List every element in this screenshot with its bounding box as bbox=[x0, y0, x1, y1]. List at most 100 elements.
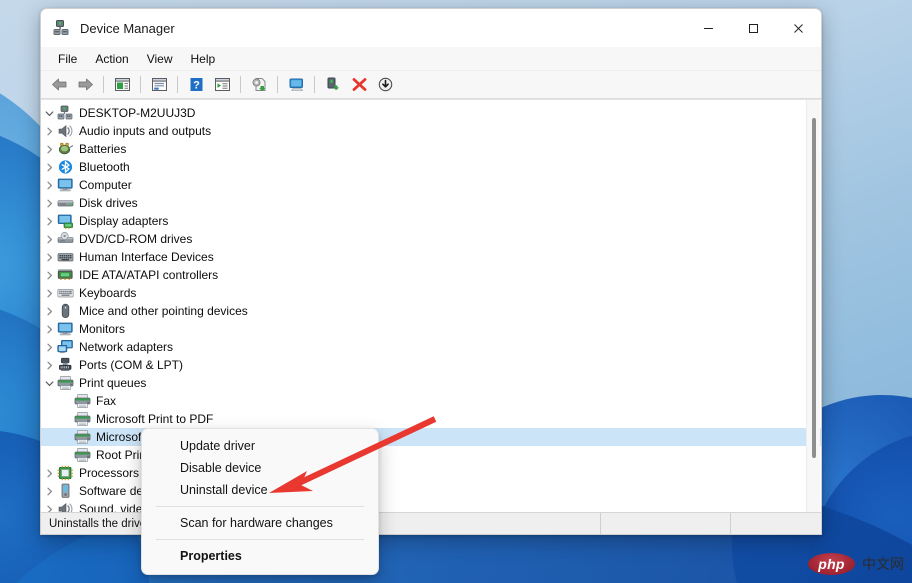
tree-row[interactable]: Disk drives bbox=[41, 194, 821, 212]
chevron-toggle-icon[interactable] bbox=[41, 505, 57, 513]
chevron-toggle-icon[interactable] bbox=[41, 109, 57, 118]
tree-row-label: Disk drives bbox=[79, 195, 138, 211]
network-adapter-icon bbox=[57, 339, 74, 355]
chevron-toggle-icon[interactable] bbox=[41, 145, 57, 154]
scan-hardware-changes-icon[interactable] bbox=[284, 73, 308, 97]
tree-row[interactable]: Network adapters bbox=[41, 338, 821, 356]
chevron-toggle-icon[interactable] bbox=[41, 307, 57, 316]
chevron-toggle-icon[interactable] bbox=[41, 289, 57, 298]
battery-icon bbox=[57, 141, 74, 157]
printer-icon bbox=[57, 375, 74, 391]
context-menu-separator bbox=[156, 539, 364, 540]
toolbar-separator bbox=[140, 76, 141, 93]
tree-row[interactable]: Audio inputs and outputs bbox=[41, 122, 821, 140]
tree-row-label: DESKTOP-M2UUJ3D bbox=[79, 105, 195, 121]
chevron-toggle-icon[interactable] bbox=[41, 163, 57, 172]
status-cell-2 bbox=[601, 513, 731, 534]
vertical-scrollbar[interactable] bbox=[806, 100, 820, 512]
speaker-icon bbox=[57, 123, 74, 139]
tree-row[interactable]: Mice and other pointing devices bbox=[41, 302, 821, 320]
printer-icon bbox=[74, 411, 91, 427]
tree-row[interactable]: Batteries bbox=[41, 140, 821, 158]
chevron-toggle-icon[interactable] bbox=[41, 235, 57, 244]
tree-row[interactable]: Monitors bbox=[41, 320, 821, 338]
tree-row-label: Display adapters bbox=[79, 213, 168, 229]
watermark: php 中文网 bbox=[808, 553, 904, 575]
window-title: Device Manager bbox=[80, 21, 175, 36]
tree-row[interactable]: Display adapters bbox=[41, 212, 821, 230]
toolbar-separator bbox=[103, 76, 104, 93]
chevron-toggle-icon[interactable] bbox=[41, 469, 57, 478]
menubar-item-file[interactable]: File bbox=[49, 50, 86, 68]
chevron-toggle-icon[interactable] bbox=[41, 199, 57, 208]
context-menu-properties[interactable]: Properties bbox=[142, 545, 378, 567]
chevron-toggle-icon[interactable] bbox=[41, 325, 57, 334]
mouse-icon bbox=[57, 303, 74, 319]
tree-row[interactable]: Human Interface Devices bbox=[41, 248, 821, 266]
chevron-toggle-icon[interactable] bbox=[41, 253, 57, 262]
tree-row-label: Print queues bbox=[79, 375, 146, 391]
tree-row-label: Processors bbox=[79, 465, 139, 481]
update-driver-icon[interactable] bbox=[247, 73, 271, 97]
tree-row-label: Audio inputs and outputs bbox=[79, 123, 211, 139]
toolbar-separator bbox=[314, 76, 315, 93]
chevron-toggle-icon[interactable] bbox=[41, 181, 57, 190]
hid-icon bbox=[57, 249, 74, 265]
tree-row[interactable]: Computer bbox=[41, 176, 821, 194]
monitor-icon bbox=[57, 321, 74, 337]
close-button[interactable] bbox=[776, 9, 821, 47]
menu-bar: File Action View Help bbox=[41, 47, 821, 71]
chevron-toggle-icon[interactable] bbox=[41, 127, 57, 136]
help-icon[interactable]: ? bbox=[184, 73, 208, 97]
status-cell-3 bbox=[731, 513, 821, 534]
install-legacy-hardware-icon[interactable] bbox=[373, 73, 397, 97]
menubar-item-view[interactable]: View bbox=[138, 50, 182, 68]
tree-row-root[interactable]: DESKTOP-M2UUJ3D bbox=[41, 104, 821, 122]
menubar-item-help[interactable]: Help bbox=[182, 50, 225, 68]
tree-row-label: Batteries bbox=[79, 141, 126, 157]
tree-row[interactable]: Print queues bbox=[41, 374, 821, 392]
tree-row-label: Ports (COM & LPT) bbox=[79, 357, 183, 373]
chevron-toggle-icon[interactable] bbox=[41, 361, 57, 370]
chevron-toggle-icon[interactable] bbox=[41, 343, 57, 352]
tree-row[interactable]: Ports (COM & LPT) bbox=[41, 356, 821, 374]
chevron-toggle-icon[interactable] bbox=[41, 379, 57, 388]
chevron-toggle-icon[interactable] bbox=[41, 217, 57, 226]
toolbar-separator bbox=[277, 76, 278, 93]
tree-row[interactable]: Bluetooth bbox=[41, 158, 821, 176]
tree-row-label: Computer bbox=[79, 177, 132, 193]
uninstall-device-icon[interactable] bbox=[347, 73, 371, 97]
tree-row[interactable]: DVD/CD-ROM drives bbox=[41, 230, 821, 248]
svg-text:?: ? bbox=[193, 80, 200, 92]
view-icon[interactable] bbox=[210, 73, 234, 97]
watermark-logo: php bbox=[808, 553, 855, 575]
monitor-icon bbox=[57, 177, 74, 193]
chevron-toggle-icon[interactable] bbox=[41, 271, 57, 280]
maximize-button[interactable] bbox=[731, 9, 776, 47]
toolbar-separator bbox=[240, 76, 241, 93]
desktop-background: Device Manager File Action View Help bbox=[0, 0, 912, 583]
scrollbar-thumb[interactable] bbox=[812, 118, 816, 458]
enable-device-icon[interactable] bbox=[321, 73, 345, 97]
keyboard-icon bbox=[57, 285, 74, 301]
software-device-icon bbox=[57, 483, 74, 499]
show-hide-console-tree-icon[interactable] bbox=[110, 73, 134, 97]
device-manager-icon bbox=[53, 19, 71, 37]
printer-icon bbox=[74, 429, 91, 445]
minimize-button[interactable] bbox=[686, 9, 731, 47]
tree-row[interactable]: IDE ATA/ATAPI controllers bbox=[41, 266, 821, 284]
chevron-toggle-icon[interactable] bbox=[41, 487, 57, 496]
back-icon[interactable] bbox=[47, 73, 71, 97]
forward-icon[interactable] bbox=[73, 73, 97, 97]
annotation-arrow bbox=[255, 405, 450, 505]
tree-row-label: Network adapters bbox=[79, 339, 173, 355]
port-icon bbox=[57, 357, 74, 373]
toolbar: ? bbox=[41, 71, 821, 99]
processor-icon bbox=[57, 465, 74, 481]
tree-row[interactable]: Keyboards bbox=[41, 284, 821, 302]
title-bar: Device Manager bbox=[41, 9, 821, 47]
menubar-item-action[interactable]: Action bbox=[86, 50, 137, 68]
context-menu-scan-hardware[interactable]: Scan for hardware changes bbox=[142, 512, 378, 534]
properties-icon[interactable] bbox=[147, 73, 171, 97]
ide-controller-icon bbox=[57, 267, 74, 283]
